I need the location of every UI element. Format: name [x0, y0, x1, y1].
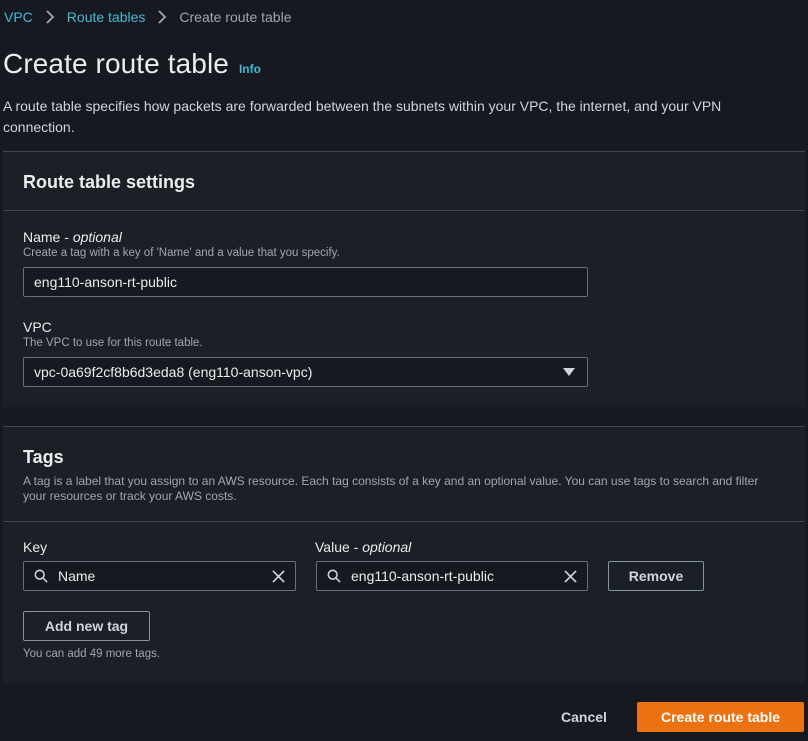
clear-icon[interactable] — [564, 570, 577, 583]
tag-value-input[interactable]: eng110-anson-rt-public — [316, 561, 588, 591]
name-label-suffix: optional — [72, 229, 122, 245]
vpc-select-value: vpc-0a69f2cf8b6d3eda8 (eng110-anson-vpc) — [34, 364, 313, 380]
tag-key-label: Key — [23, 539, 48, 555]
name-input-value: eng110-anson-rt-public — [34, 274, 177, 290]
name-description: Create a tag with a key of 'Name' and a … — [23, 247, 340, 259]
tags-heading: Tags — [23, 447, 64, 467]
breadcrumb-current: Create route table — [179, 9, 292, 25]
search-icon — [34, 569, 48, 583]
tag-value-label: Value - optional — [315, 539, 412, 555]
tag-value-value: eng110-anson-rt-public — [351, 568, 494, 584]
add-new-tag-button[interactable]: Add new tag — [23, 611, 150, 641]
settings-heading: Route table settings — [23, 172, 196, 192]
tags-panel: Tags A tag is a label that you assign to… — [3, 426, 805, 683]
chevron-right-icon — [145, 7, 179, 27]
tags-panel-header: Tags A tag is a label that you assign to… — [3, 427, 805, 522]
tag-key-value: Name — [58, 568, 96, 584]
chevron-right-icon — [33, 7, 67, 27]
tag-value-label-suffix: optional — [362, 539, 412, 555]
clear-icon[interactable] — [272, 570, 285, 583]
name-input[interactable]: eng110-anson-rt-public — [23, 267, 588, 297]
info-link[interactable]: Info — [239, 62, 261, 76]
vpc-field-labels: VPC The VPC to use for this route table. — [23, 319, 203, 349]
vpc-description: The VPC to use for this route table. — [23, 337, 203, 349]
tag-key-input[interactable]: Name — [23, 561, 296, 591]
breadcrumb-vpc[interactable]: VPC — [4, 9, 33, 25]
tags-description: A tag is a label that you assign to an A… — [23, 474, 759, 503]
page-title: Create route table — [3, 48, 229, 79]
page: VPC Route tables Create route table Crea… — [0, 0, 808, 741]
remove-tag-button[interactable]: Remove — [608, 561, 704, 591]
tag-value-label-text: Value — [315, 539, 350, 555]
name-label: Name - optional — [23, 229, 122, 245]
caret-down-icon — [563, 368, 575, 376]
name-field-labels: Name - optional Create a tag with a key … — [23, 229, 340, 259]
page-header: Create route table Info — [3, 48, 261, 80]
cancel-button[interactable]: Cancel — [545, 702, 623, 732]
breadcrumb-route-tables[interactable]: Route tables — [67, 9, 146, 25]
create-route-table-button[interactable]: Create route table — [637, 702, 804, 732]
name-label-text: Name — [23, 229, 61, 245]
settings-panel-header: Route table settings — [3, 152, 805, 211]
page-description: A route table specifies how packets are … — [3, 98, 722, 135]
vpc-label: VPC — [23, 319, 52, 335]
route-table-settings-panel: Route table settings Name - optional Cre… — [3, 151, 805, 407]
breadcrumb: VPC Route tables Create route table — [4, 7, 291, 27]
tag-limit-hint: You can add 49 more tags. — [23, 648, 161, 660]
search-icon — [327, 569, 341, 583]
vpc-select[interactable]: vpc-0a69f2cf8b6d3eda8 (eng110-anson-vpc) — [23, 357, 588, 387]
